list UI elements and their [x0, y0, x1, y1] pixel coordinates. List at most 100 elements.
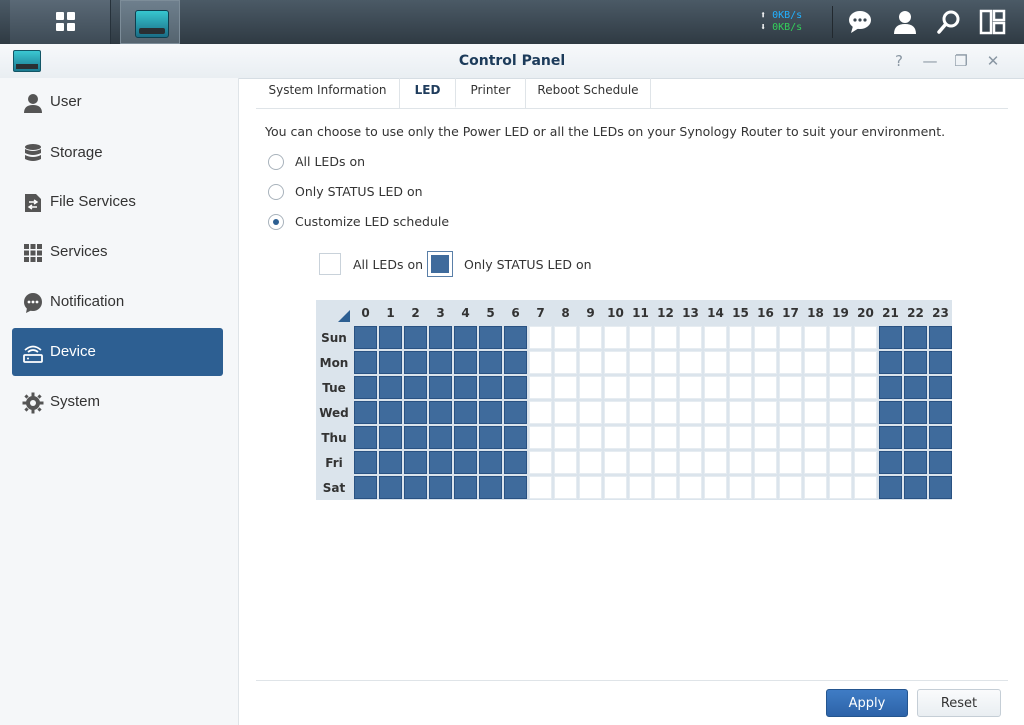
- schedule-cell[interactable]: [354, 326, 377, 349]
- schedule-cell[interactable]: [379, 451, 402, 474]
- schedule-cell[interactable]: [479, 426, 502, 449]
- schedule-cell[interactable]: [454, 476, 477, 499]
- user-menu-button[interactable]: [890, 8, 920, 36]
- schedule-cell[interactable]: [704, 351, 727, 374]
- day-header-tue[interactable]: Tue: [316, 376, 352, 400]
- schedule-cell[interactable]: [804, 351, 827, 374]
- hour-header-2[interactable]: 2: [404, 301, 427, 325]
- schedule-cell[interactable]: [804, 426, 827, 449]
- schedule-cell[interactable]: [404, 426, 427, 449]
- radio-customize-led-schedule[interactable]: [268, 214, 284, 230]
- schedule-cell[interactable]: [429, 426, 452, 449]
- schedule-cell[interactable]: [879, 351, 902, 374]
- schedule-cell[interactable]: [829, 426, 852, 449]
- schedule-cell[interactable]: [504, 326, 527, 349]
- schedule-cell[interactable]: [504, 476, 527, 499]
- schedule-cell[interactable]: [554, 376, 577, 399]
- schedule-cell[interactable]: [504, 426, 527, 449]
- schedule-cell[interactable]: [654, 326, 677, 349]
- schedule-cell[interactable]: [704, 476, 727, 499]
- day-header-fri[interactable]: Fri: [316, 451, 352, 475]
- reset-button[interactable]: Reset: [917, 689, 1001, 717]
- schedule-cell[interactable]: [779, 426, 802, 449]
- hour-header-6[interactable]: 6: [504, 301, 527, 325]
- hour-header-11[interactable]: 11: [629, 301, 652, 325]
- schedule-cell[interactable]: [679, 476, 702, 499]
- schedule-cell[interactable]: [879, 426, 902, 449]
- hour-header-20[interactable]: 20: [854, 301, 877, 325]
- schedule-cell[interactable]: [729, 401, 752, 424]
- hour-header-22[interactable]: 22: [904, 301, 927, 325]
- schedule-cell[interactable]: [479, 351, 502, 374]
- schedule-cell[interactable]: [804, 476, 827, 499]
- schedule-cell[interactable]: [854, 426, 877, 449]
- schedule-cell[interactable]: [429, 376, 452, 399]
- schedule-cell[interactable]: [729, 476, 752, 499]
- schedule-cell[interactable]: [704, 326, 727, 349]
- schedule-cell[interactable]: [454, 351, 477, 374]
- schedule-cell[interactable]: [529, 451, 552, 474]
- schedule-cell[interactable]: [754, 376, 777, 399]
- schedule-cell[interactable]: [554, 476, 577, 499]
- schedule-cell[interactable]: [604, 376, 627, 399]
- schedule-cell[interactable]: [879, 476, 902, 499]
- schedule-cell[interactable]: [504, 376, 527, 399]
- schedule-cell[interactable]: [854, 351, 877, 374]
- schedule-cell[interactable]: [354, 426, 377, 449]
- schedule-cell[interactable]: [479, 476, 502, 499]
- schedule-cell[interactable]: [754, 351, 777, 374]
- schedule-cell[interactable]: [829, 476, 852, 499]
- schedule-cell[interactable]: [454, 326, 477, 349]
- schedule-cell[interactable]: [904, 351, 927, 374]
- schedule-cell[interactable]: [729, 351, 752, 374]
- schedule-cell[interactable]: [404, 351, 427, 374]
- schedule-cell[interactable]: [529, 376, 552, 399]
- schedule-cell[interactable]: [404, 451, 427, 474]
- schedule-cell[interactable]: [704, 451, 727, 474]
- schedule-cell[interactable]: [454, 426, 477, 449]
- sidebar-item-system[interactable]: System: [12, 378, 223, 426]
- schedule-cell[interactable]: [754, 476, 777, 499]
- schedule-cell[interactable]: [829, 401, 852, 424]
- schedule-cell[interactable]: [854, 401, 877, 424]
- schedule-cell[interactable]: [629, 426, 652, 449]
- schedule-cell[interactable]: [704, 376, 727, 399]
- schedule-cell[interactable]: [879, 326, 902, 349]
- radio-all-leds-on[interactable]: [268, 154, 284, 170]
- schedule-cell[interactable]: [679, 401, 702, 424]
- schedule-cell[interactable]: [404, 476, 427, 499]
- schedule-cell[interactable]: [904, 426, 927, 449]
- schedule-cell[interactable]: [429, 401, 452, 424]
- schedule-cell[interactable]: [704, 426, 727, 449]
- sidebar-item-user[interactable]: User: [12, 78, 223, 126]
- schedule-cell[interactable]: [654, 401, 677, 424]
- schedule-cell[interactable]: [654, 351, 677, 374]
- schedule-cell[interactable]: [604, 451, 627, 474]
- schedule-cell[interactable]: [404, 401, 427, 424]
- minimize-button[interactable]: —: [921, 52, 939, 70]
- schedule-cell[interactable]: [904, 451, 927, 474]
- schedule-cell[interactable]: [579, 451, 602, 474]
- schedule-cell[interactable]: [379, 476, 402, 499]
- schedule-cell[interactable]: [604, 401, 627, 424]
- schedule-cell[interactable]: [879, 451, 902, 474]
- schedule-cell[interactable]: [404, 326, 427, 349]
- tab-reboot-schedule[interactable]: Reboot Schedule: [526, 78, 651, 108]
- schedule-cell[interactable]: [579, 476, 602, 499]
- schedule-cell[interactable]: [829, 376, 852, 399]
- hour-header-9[interactable]: 9: [579, 301, 602, 325]
- schedule-cell[interactable]: [454, 376, 477, 399]
- day-header-sat[interactable]: Sat: [316, 476, 352, 500]
- hour-header-15[interactable]: 15: [729, 301, 752, 325]
- schedule-cell[interactable]: [804, 401, 827, 424]
- schedule-cell[interactable]: [504, 451, 527, 474]
- schedule-cell[interactable]: [579, 326, 602, 349]
- schedule-cell[interactable]: [679, 426, 702, 449]
- schedule-cell[interactable]: [679, 451, 702, 474]
- schedule-cell[interactable]: [554, 426, 577, 449]
- schedule-cell[interactable]: [354, 376, 377, 399]
- schedule-cell[interactable]: [404, 376, 427, 399]
- schedule-cell[interactable]: [779, 476, 802, 499]
- schedule-cell[interactable]: [379, 401, 402, 424]
- schedule-cell[interactable]: [529, 351, 552, 374]
